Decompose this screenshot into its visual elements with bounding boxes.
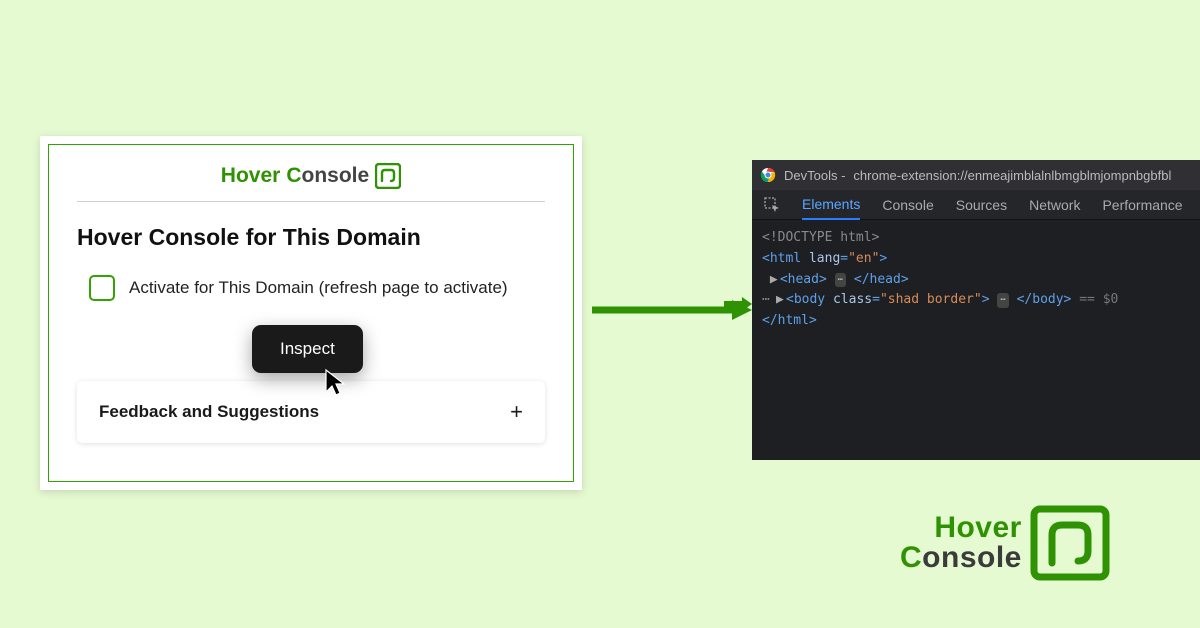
code-line-head[interactable]: ▶<head> ⋯ </head> xyxy=(762,270,1190,291)
brand-header: Hover Console xyxy=(77,163,545,202)
expand-plus-icon: + xyxy=(510,399,523,425)
extension-popup-panel: Hover Console Hover Console for This Dom… xyxy=(40,136,582,490)
big-brand-logo: Hover Console xyxy=(900,505,1110,581)
brand-hover-word: Hover xyxy=(221,164,281,188)
big-brand-c: C xyxy=(900,541,922,574)
devtools-titlebar: DevTools - chrome-extension://enmeajimbl… xyxy=(752,160,1200,190)
tab-performance[interactable]: Performance xyxy=(1102,191,1182,219)
activate-label: Activate for This Domain (refresh page t… xyxy=(129,278,508,298)
activate-checkbox[interactable] xyxy=(89,275,115,301)
context-menu-inspect-label: Inspect xyxy=(280,339,335,358)
tab-sources[interactable]: Sources xyxy=(956,191,1007,219)
big-brand-text: Hover Console xyxy=(900,513,1022,573)
big-brand-rest: onsole xyxy=(922,541,1022,574)
brand-c-letter: C xyxy=(286,164,301,187)
mouse-cursor-icon xyxy=(324,368,346,398)
feedback-accordion[interactable]: Feedback and Suggestions + xyxy=(77,381,545,443)
activate-row: Activate for This Domain (refresh page t… xyxy=(77,275,545,301)
selection-dots-icon: ⋯ xyxy=(762,290,776,311)
chrome-icon xyxy=(760,167,776,183)
panel-title: Hover Console for This Domain xyxy=(77,224,545,251)
devtools-title-prefix: DevTools - xyxy=(784,168,845,183)
brand-console-word: Console xyxy=(286,164,369,188)
code-line-html-close[interactable]: </html> xyxy=(762,311,1190,332)
brand-console-rest: onsole xyxy=(302,164,370,187)
ellipsis-icon[interactable]: ⋯ xyxy=(835,273,846,287)
devtools-title-url: chrome-extension://enmeajimblalnlbmgblmj… xyxy=(853,168,1171,183)
big-brand-hover: Hover xyxy=(900,513,1022,543)
devtools-tabs: Elements Console Sources Network Perform… xyxy=(752,190,1200,220)
feedback-label: Feedback and Suggestions xyxy=(99,402,319,422)
tab-console[interactable]: Console xyxy=(882,191,933,219)
code-line-body[interactable]: ⋯▶<body class="shad border"> ⋯ </body> =… xyxy=(762,290,1190,311)
inspect-tool-icon[interactable] xyxy=(764,197,780,213)
big-brand-logo-icon xyxy=(1030,505,1110,581)
expand-arrow-icon[interactable]: ▶ xyxy=(770,270,780,291)
context-menu-inspect[interactable]: Inspect xyxy=(252,325,363,373)
ellipsis-icon[interactable]: ⋯ xyxy=(997,293,1008,307)
big-brand-console: Console xyxy=(900,543,1022,573)
devtools-window: DevTools - chrome-extension://enmeajimbl… xyxy=(752,160,1200,460)
panel-inner: Hover Console Hover Console for This Dom… xyxy=(48,144,574,482)
brand-logo-icon xyxy=(375,163,401,189)
elements-tree[interactable]: <!DOCTYPE html> <html lang="en"> ▶<head>… xyxy=(752,220,1200,340)
arrow-tip-icon xyxy=(724,297,752,311)
code-line-doctype[interactable]: <!DOCTYPE html> xyxy=(762,228,1190,249)
code-line-html-open[interactable]: <html lang="en"> xyxy=(762,249,1190,270)
tab-elements[interactable]: Elements xyxy=(802,190,860,220)
expand-arrow-icon[interactable]: ▶ xyxy=(776,290,786,311)
tab-network[interactable]: Network xyxy=(1029,191,1080,219)
